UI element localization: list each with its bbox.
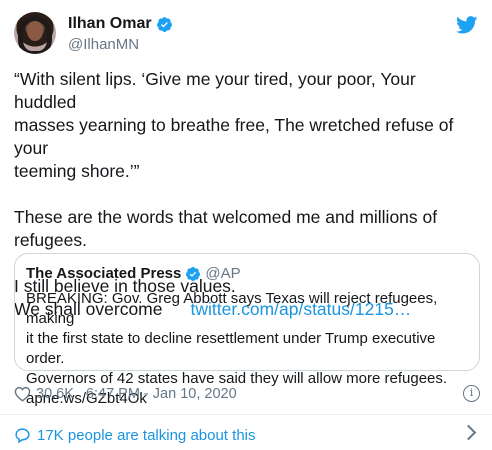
verified-badge-icon bbox=[186, 266, 201, 281]
quoted-line-1: BREAKING: Gov. Greg Abbott says Texas wi… bbox=[26, 290, 438, 327]
chevron-right-icon bbox=[460, 424, 477, 441]
talking-about-label: 17K people are talking about this bbox=[37, 426, 256, 444]
verified-badge-icon bbox=[156, 16, 172, 32]
tweet-card: Ilhan Omar @IlhanMN “With silent lips. ‘… bbox=[0, 0, 492, 450]
like-count[interactable]: 30.6K bbox=[36, 386, 74, 402]
avatar[interactable] bbox=[14, 12, 56, 54]
quoted-author-name: The Associated Press bbox=[26, 265, 182, 282]
author-handle[interactable]: @IlhanMN bbox=[68, 36, 139, 53]
talking-about-link[interactable]: 17K people are talking about this bbox=[14, 424, 480, 446]
quoted-tweet[interactable]: The Associated Press @AP BREAKING: Gov. … bbox=[14, 253, 480, 407]
quoted-tweet-header: The Associated Press @AP bbox=[26, 265, 241, 282]
quoted-line-2: it the first state to decline resettleme… bbox=[26, 330, 436, 367]
heart-icon[interactable] bbox=[14, 386, 31, 402]
tweet-line-2: masses yearning to breathe free, The wre… bbox=[14, 115, 454, 158]
tweet-header: Ilhan Omar @IlhanMN bbox=[14, 12, 478, 60]
tweet-paragraph-2: These are the words that welcomed me and… bbox=[14, 207, 438, 250]
tweet-meta: 30.6K 6:47 PM - Jan 10, 2020 i bbox=[14, 384, 480, 404]
tweet-line-1: “With silent lips. ‘Give me your tired, … bbox=[14, 69, 416, 112]
speech-bubble-icon bbox=[15, 427, 30, 443]
timestamp[interactable]: 6:47 PM - Jan 10, 2020 bbox=[86, 386, 237, 402]
twitter-bird-icon[interactable] bbox=[456, 16, 478, 34]
author-name[interactable]: Ilhan Omar bbox=[68, 15, 152, 33]
tweet-line-3: teeming shore.’” bbox=[14, 161, 140, 181]
divider bbox=[0, 414, 492, 415]
info-icon[interactable]: i bbox=[463, 385, 480, 402]
quoted-author-handle: @AP bbox=[205, 265, 241, 282]
avatar-face bbox=[27, 21, 43, 41]
author-name-row: Ilhan Omar bbox=[68, 15, 173, 33]
